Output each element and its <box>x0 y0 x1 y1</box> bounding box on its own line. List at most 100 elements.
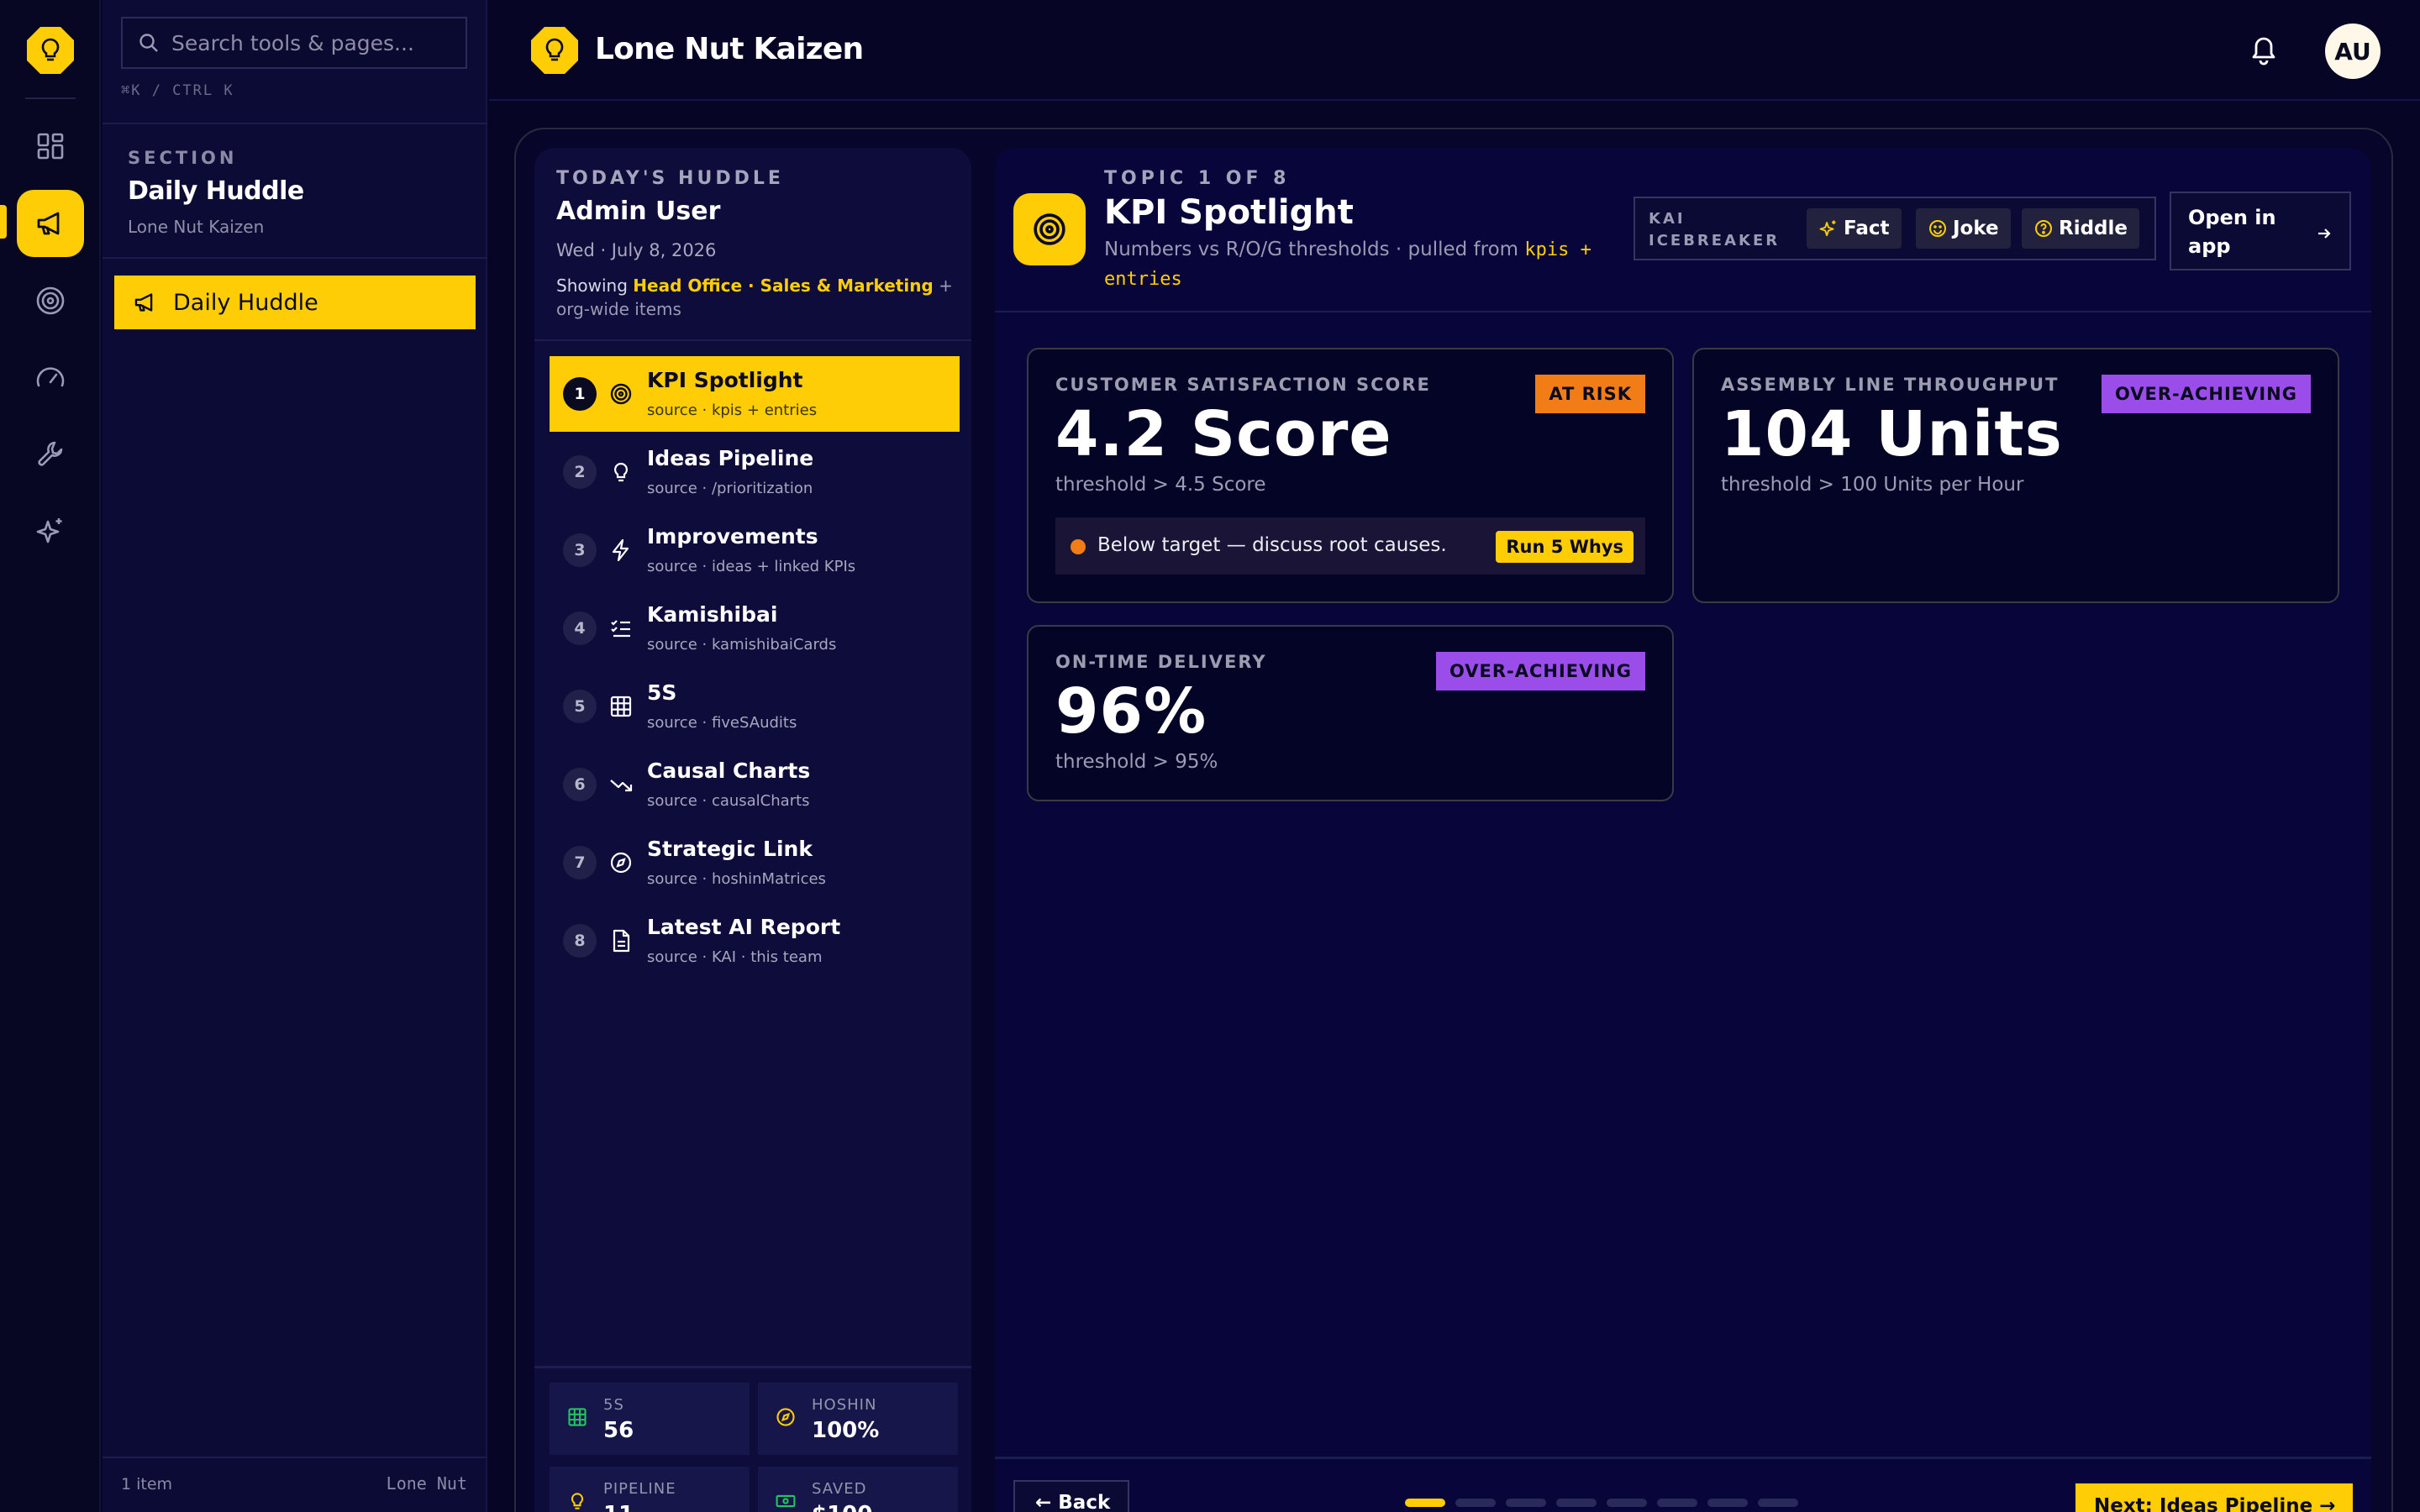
question-icon <box>2035 220 2052 237</box>
scope-highlight: Head Office · Sales & Marketing <box>633 276 934 296</box>
topic-item-kamishibai[interactable]: 4 Kamishibai source · kamishibaiCards <box>550 591 960 666</box>
topic-item-latest-ai-report[interactable]: 8 Latest AI Report source · KAI · this t… <box>550 903 960 979</box>
sparkles-icon[interactable] <box>17 497 84 564</box>
below-target-alert: Below target — discuss root causes. Run … <box>1055 517 1645 575</box>
topic-name: Latest AI Report <box>647 915 841 939</box>
stat-pipeline[interactable]: PIPELINE 11 <box>550 1467 750 1512</box>
run-5-whys-button[interactable]: Run 5 Whys <box>1496 531 1634 563</box>
topic-number: 8 <box>563 924 597 958</box>
megaphone-icon <box>134 293 153 312</box>
topic-progress-dots <box>1405 1499 1798 1507</box>
top-bar: Lone Nut Kaizen AU <box>489 0 2420 101</box>
progress-dot[interactable] <box>1556 1499 1597 1507</box>
kpi-status-badge: OVER-ACHIEVING <box>2101 375 2311 413</box>
topic-item-ideas-pipeline[interactable]: 2 Ideas Pipeline source · /prioritizatio… <box>550 434 960 510</box>
section-title: Daily Huddle <box>128 176 304 206</box>
gauge-icon[interactable] <box>17 344 84 412</box>
stat-label: HOSHIN <box>812 1396 877 1414</box>
open-in-app-button[interactable]: Open in app <box>2170 192 2351 270</box>
stat-value: 56 <box>603 1418 634 1443</box>
topic-item-kpi-spotlight[interactable]: 1 KPI Spotlight source · kpis + entries <box>550 356 960 432</box>
target-icon <box>1013 193 1086 265</box>
next-topic-button[interactable]: Next: Ideas Pipeline → <box>2075 1483 2353 1512</box>
back-button[interactable]: ← Back <box>1013 1480 1129 1512</box>
kai-icebreaker: KAI ICEBREAKER Fact Joke Riddle <box>1634 197 2156 260</box>
lightbulb-icon <box>571 1493 584 1509</box>
icebreaker-joke-button[interactable]: Joke <box>1916 208 2011 249</box>
megaphone-icon[interactable] <box>17 190 84 257</box>
topic-number: 1 <box>563 377 597 411</box>
agenda-eyebrow: TODAY'S HUDDLE <box>556 168 784 189</box>
grid-table-icon <box>568 1408 587 1426</box>
topic-source: source · fiveSAudits <box>647 714 797 732</box>
progress-dot[interactable] <box>1758 1499 1798 1507</box>
grid-icon[interactable] <box>17 113 84 180</box>
banknote-icon <box>776 1494 796 1508</box>
wrench-icon[interactable] <box>17 420 84 487</box>
brand-name[interactable]: Lone Nut Kaizen <box>595 32 864 66</box>
topic-item-improvements[interactable]: 3 Improvements source · ideas + linked K… <box>550 512 960 588</box>
topic-item-5s[interactable]: 5 5S source · fiveSAudits <box>550 669 960 744</box>
topic-item-strategic-link[interactable]: 7 Strategic Link source · hoshinMatrices <box>550 825 960 900</box>
topic-number: 3 <box>563 533 597 567</box>
topic-name: Kamishibai <box>647 602 778 627</box>
progress-dot[interactable] <box>1707 1499 1748 1507</box>
stat-value: 100% <box>812 1418 880 1443</box>
search-input[interactable] <box>171 30 457 55</box>
topic-name: Causal Charts <box>647 759 811 783</box>
stat-saved[interactable]: SAVED $100 <box>758 1467 958 1512</box>
trend-down-icon <box>610 780 633 792</box>
progress-dot[interactable] <box>1506 1499 1546 1507</box>
icebreaker-fact-button[interactable]: Fact <box>1807 208 1902 249</box>
icon-rail <box>0 0 101 1512</box>
search-box[interactable] <box>121 17 467 69</box>
sidebar-item-daily-huddle[interactable]: Daily Huddle <box>114 276 476 329</box>
arrow-right-icon <box>2318 228 2331 239</box>
kpi-label: ON-TIME DELIVERY <box>1055 652 1267 672</box>
progress-dot[interactable] <box>1405 1499 1445 1507</box>
stat-5s[interactable]: 5S 56 <box>550 1383 750 1455</box>
kpi-card-assembly-throughput[interactable]: ASSEMBLY LINE THROUGHPUT OVER-ACHIEVING … <box>1692 348 2339 603</box>
user-avatar[interactable]: AU <box>2325 24 2381 79</box>
shortcut-hint: ⌘K / CTRL K <box>121 82 234 99</box>
lightbulb-icon <box>613 462 629 482</box>
kpi-value: 4.2 Score <box>1055 398 1392 470</box>
icebreaker-riddle-button[interactable]: Riddle <box>2022 208 2140 249</box>
footer-brand: Lone Nut <box>386 1473 467 1494</box>
progress-dot[interactable] <box>1657 1499 1697 1507</box>
app-logo-icon[interactable] <box>25 25 76 76</box>
search-icon <box>138 32 160 54</box>
section-subtitle: Lone Nut Kaizen <box>128 217 265 237</box>
stat-label: 5S <box>603 1396 624 1414</box>
brand-logo-icon[interactable] <box>529 25 580 76</box>
kpi-status-badge: AT RISK <box>1535 375 1645 413</box>
checklist-icon <box>611 620 630 638</box>
stat-label: PIPELINE <box>603 1480 676 1498</box>
stat-value: 11 <box>603 1502 634 1512</box>
sparkles-icon <box>1819 220 1836 237</box>
topic-name: Ideas Pipeline <box>647 446 814 470</box>
topic-name: KPI Spotlight <box>647 368 803 392</box>
stat-hoshin[interactable]: HOSHIN 100% <box>758 1383 958 1455</box>
progress-dot[interactable] <box>1607 1499 1647 1507</box>
item-count: 1 item <box>121 1475 173 1494</box>
topic-subtitle-text: Numbers vs R/O/G thresholds · pulled fro… <box>1104 239 1519 260</box>
topic-source: source · ideas + linked KPIs <box>647 558 856 575</box>
agenda-scope: Showing Head Office · Sales & Marketing … <box>556 274 960 321</box>
stat-value: $100 <box>812 1502 872 1512</box>
topic-item-causal-charts[interactable]: 6 Causal Charts source · causalCharts <box>550 747 960 822</box>
target-icon[interactable] <box>17 267 84 334</box>
notifications-bell-icon[interactable] <box>2247 32 2281 67</box>
topic-title: KPI Spotlight <box>1104 193 1354 232</box>
kpi-card-on-time-delivery[interactable]: ON-TIME DELIVERY OVER-ACHIEVING 96% thre… <box>1027 625 1674 801</box>
stat-label: SAVED <box>812 1480 867 1498</box>
grid-table-icon <box>610 696 632 717</box>
alert-text: Below target — discuss root causes. <box>1097 534 1447 556</box>
topic-number: 6 <box>563 768 597 801</box>
progress-dot[interactable] <box>1455 1499 1496 1507</box>
icebreaker-label: KAI ICEBREAKER <box>1649 210 1781 249</box>
kpi-value: 96% <box>1055 675 1207 748</box>
huddle-agenda-panel: TODAY'S HUDDLE Admin User Wed · July 8, … <box>534 148 971 1512</box>
kpi-card-customer-satisfaction[interactable]: CUSTOMER SATISFACTION SCORE AT RISK 4.2 … <box>1027 348 1674 603</box>
topic-source: source · /prioritization <box>647 480 813 497</box>
